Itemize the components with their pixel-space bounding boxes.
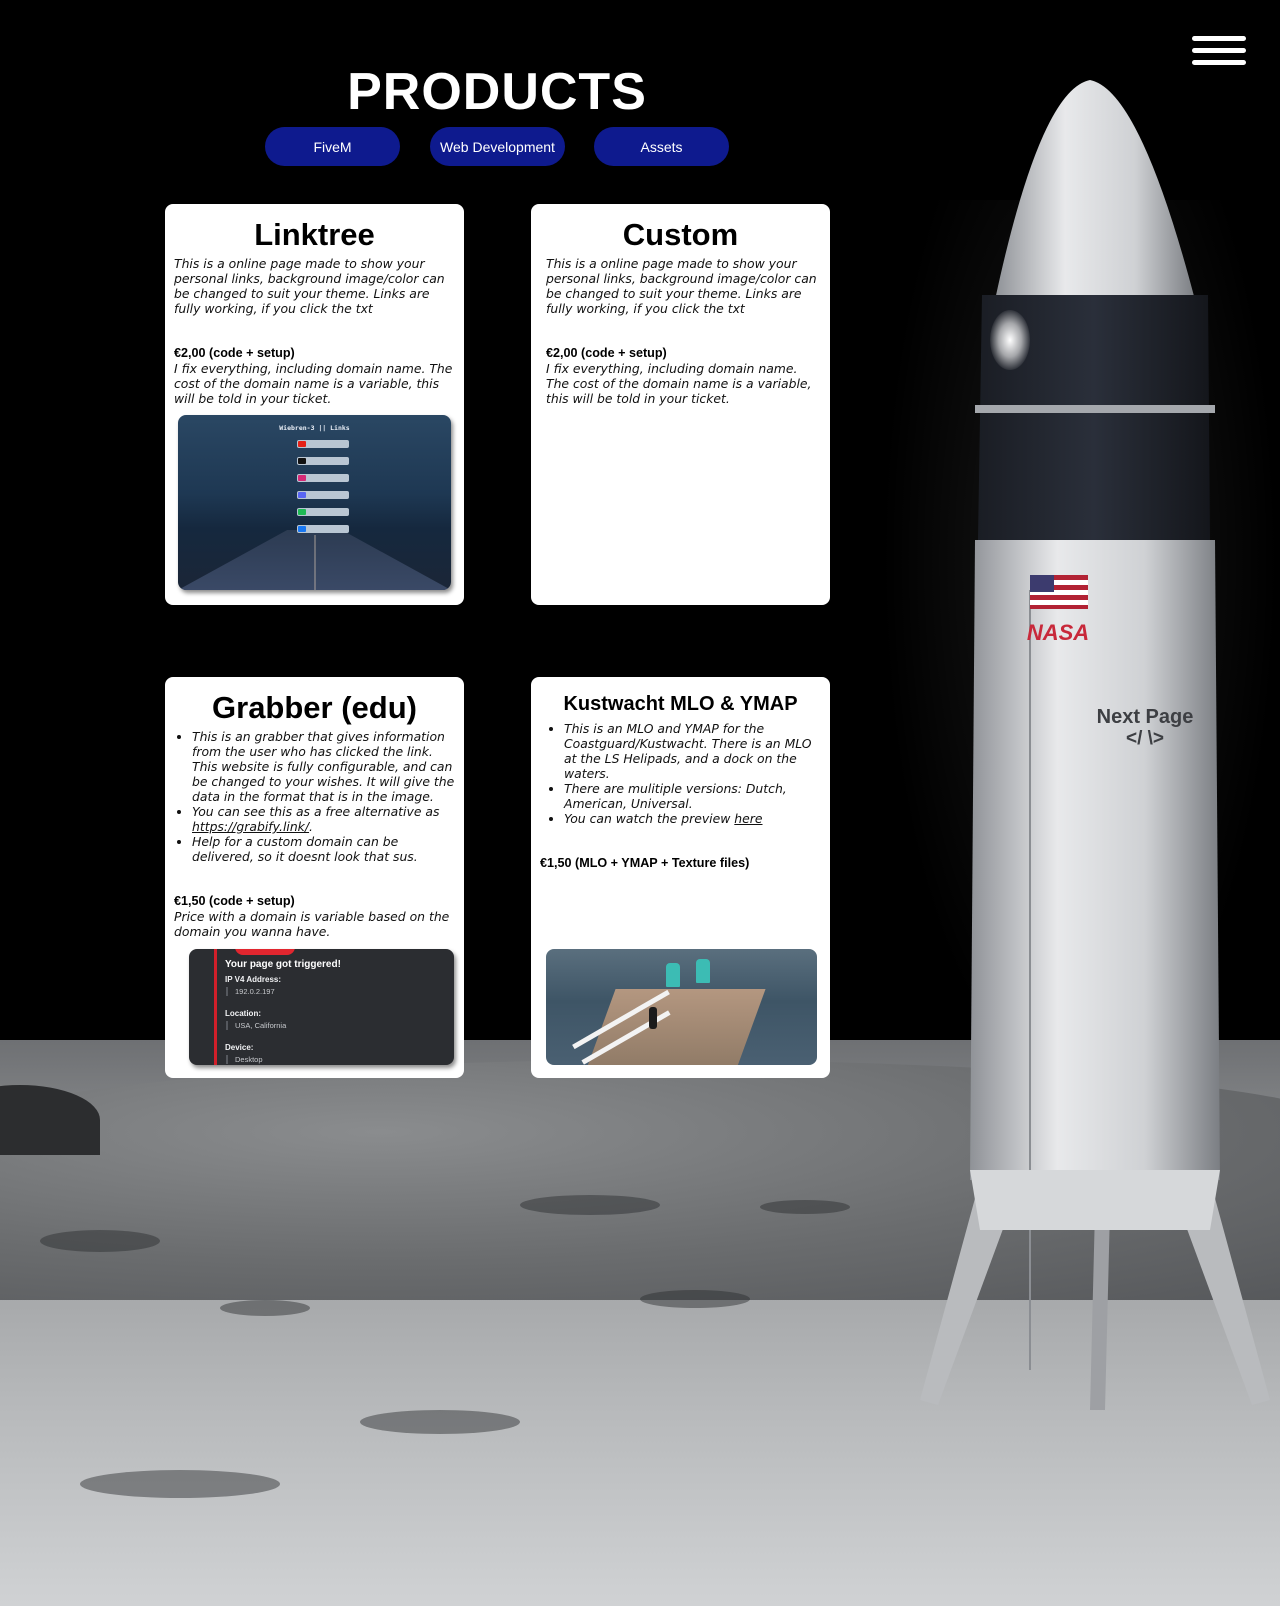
card-title: Kustwacht MLO & YMAP [563,693,798,715]
kustwacht-preview-image [546,949,817,1065]
preview-link-button [297,525,349,533]
linktree-preview-image: Wiebren-3 || Links [178,415,451,590]
preview-value: USA, California [225,1021,287,1030]
svg-text:NASA: NASA [1027,620,1089,645]
list-item: There are mulitiple versions: Dutch, Ame… [564,781,822,811]
preview-structure [666,963,680,987]
preview-accent-bar [214,949,217,1065]
preview-heading: Your page got triggered! [225,959,341,970]
preview-link-button [297,491,349,499]
crater [360,1410,520,1434]
product-card-custom: Custom This is a online page made to sho… [531,204,830,605]
list-item: This is an MLO and YMAP for the Coastgua… [564,721,822,781]
card-description: This is a online page made to show your … [174,256,445,317]
card-price: €2,00 (code + setup) [174,346,295,361]
list-item-text: You can watch the preview [564,811,735,826]
preview-label: Location: [225,1009,261,1018]
preview-structure [696,959,710,983]
menu-bar [1192,60,1246,65]
list-item: You can watch the preview here [564,811,822,826]
product-card-kustwacht: Kustwacht MLO & YMAP This is an MLO and … [531,677,830,1078]
menu-bar [1192,48,1246,53]
instagram-icon [298,475,306,481]
preview-label: IP V4 Address: [225,975,282,984]
preview-character [649,1007,657,1029]
tiktok-icon [298,458,306,464]
tab-web-development[interactable]: Web Development [430,127,565,166]
preview-value: 192.0.2.197 [226,987,275,996]
card-price: €1,50 (MLO + YMAP + Texture files) [540,856,750,870]
grabber-preview-image: Your page got triggered! IP V4 Address: … [189,949,454,1065]
preview-heading: Wiebren-3 || Links [279,424,350,432]
preview-dock [586,989,766,1065]
category-tabs: FiveM Web Development Assets [265,127,730,167]
preview-avatar [235,949,295,955]
list-item-text: You can see this as a free alternative a… [192,804,440,820]
preview-road-line [314,535,316,590]
grabify-link[interactable]: https://grabify.link/ [192,819,309,834]
crater [520,1195,660,1215]
preview-value: Desktop [226,1055,263,1064]
preview-label: Device: [225,1043,254,1052]
product-card-grabber: Grabber (edu) This is an grabber that gi… [165,677,464,1078]
preview-link-button [297,474,349,482]
discord-icon [298,492,306,498]
crater [640,1290,750,1308]
crater [760,1200,850,1214]
card-price-note: I fix everything, including domain name.… [174,361,453,407]
page-title: PRODUCTS [347,63,647,121]
preview-link-button [297,508,349,516]
tab-fivem[interactable]: FiveM [265,127,400,166]
card-price: €1,50 (code + setup) [174,894,295,909]
feature-list: This is an MLO and YMAP for the Coastgua… [546,721,822,826]
card-price-note: Price with a domain is variable based on… [174,909,450,940]
list-item: This is an grabber that gives informatio… [192,729,456,804]
card-title: Custom [622,217,739,252]
product-card-linktree: Linktree This is a online page made to s… [165,204,464,605]
menu-bar [1192,36,1246,41]
preview-link[interactable]: here [734,811,762,826]
facebook-icon [298,526,306,532]
card-description: This is a online page made to show your … [546,256,817,317]
tab-assets[interactable]: Assets [594,127,729,166]
crater [80,1470,280,1498]
list-item: Help for a custom domain can be delivere… [192,834,456,864]
preview-link-button [297,440,349,448]
card-price-note: I fix everything, including domain name.… [546,361,812,407]
crater [40,1230,160,1252]
next-page-label: Next Page [1096,706,1194,728]
hamburger-menu-icon[interactable] [1192,34,1248,70]
spotify-icon [298,509,306,515]
light-flare [990,310,1030,370]
next-page-button[interactable]: Next Page </ \> [1082,705,1208,749]
card-price: €2,00 (code + setup) [546,346,667,361]
card-title: Linktree [254,217,375,252]
youtube-icon [298,441,306,447]
code-icon: </ \> [1125,728,1165,749]
card-title: Grabber (edu) [212,690,417,725]
list-item-text: . [309,819,313,835]
preview-link-button [297,457,349,465]
list-item: You can see this as a free alternative a… [192,804,456,834]
rocket-illustration: NASA [920,80,1270,1410]
feature-list: This is an grabber that gives informatio… [174,729,456,864]
crater [220,1300,310,1316]
